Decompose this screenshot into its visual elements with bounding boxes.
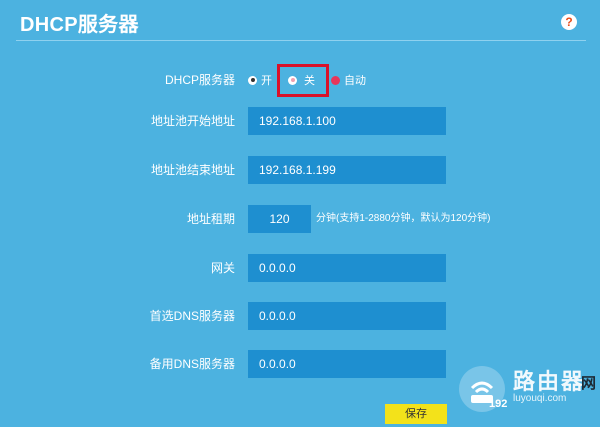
save-button[interactable]: 保存	[385, 404, 447, 424]
radio-auto[interactable]: 自动	[331, 70, 366, 90]
pool-end-label: 地址池结束地址	[150, 163, 235, 177]
primary-dns-input[interactable]	[248, 302, 446, 330]
gateway-row: 网关	[0, 254, 600, 282]
page-title: DHCP服务器	[20, 14, 139, 36]
watermark-brand-net: 网	[581, 375, 597, 392]
pool-start-input[interactable]	[248, 107, 446, 135]
ip-fragment: 192	[489, 398, 508, 410]
lease-time-hint: 分钟(支持1-2880分钟，默认为120分钟)	[316, 213, 491, 224]
secondary-dns-input[interactable]	[248, 350, 446, 378]
radio-auto-dot[interactable]	[331, 75, 340, 85]
gateway-label: 网关	[210, 261, 235, 275]
pool-end-row: 地址池结束地址	[0, 156, 600, 184]
dhcp-server-label: DHCP服务器	[164, 73, 235, 87]
radio-on-label: 开	[261, 75, 272, 87]
pool-end-input[interactable]	[248, 156, 446, 184]
primary-dns-row: 首选DNS服务器	[0, 302, 600, 330]
watermark-url: luyouqi.com	[513, 393, 567, 404]
secondary-dns-label: 备用DNS服务器	[149, 357, 235, 371]
pool-start-row: 地址池开始地址	[0, 107, 600, 135]
radio-on-dot[interactable]	[248, 75, 257, 85]
highlight-box	[277, 64, 329, 97]
gateway-input[interactable]	[248, 254, 446, 282]
primary-dns-label: 首选DNS服务器	[149, 309, 235, 323]
pool-start-label: 地址池开始地址	[150, 114, 235, 128]
radio-auto-label: 自动	[344, 75, 366, 87]
watermark: 路由器 网 luyouqi.com	[455, 362, 600, 427]
help-icon[interactable]: ?	[561, 14, 577, 30]
radio-on[interactable]: 开	[248, 70, 272, 90]
lease-time-row: 地址租期 分钟(支持1-2880分钟，默认为120分钟)	[0, 205, 600, 233]
watermark-brand: 路由器	[513, 369, 586, 394]
title-divider	[16, 40, 586, 41]
lease-time-label: 地址租期	[186, 212, 235, 226]
lease-time-input[interactable]	[248, 205, 311, 233]
